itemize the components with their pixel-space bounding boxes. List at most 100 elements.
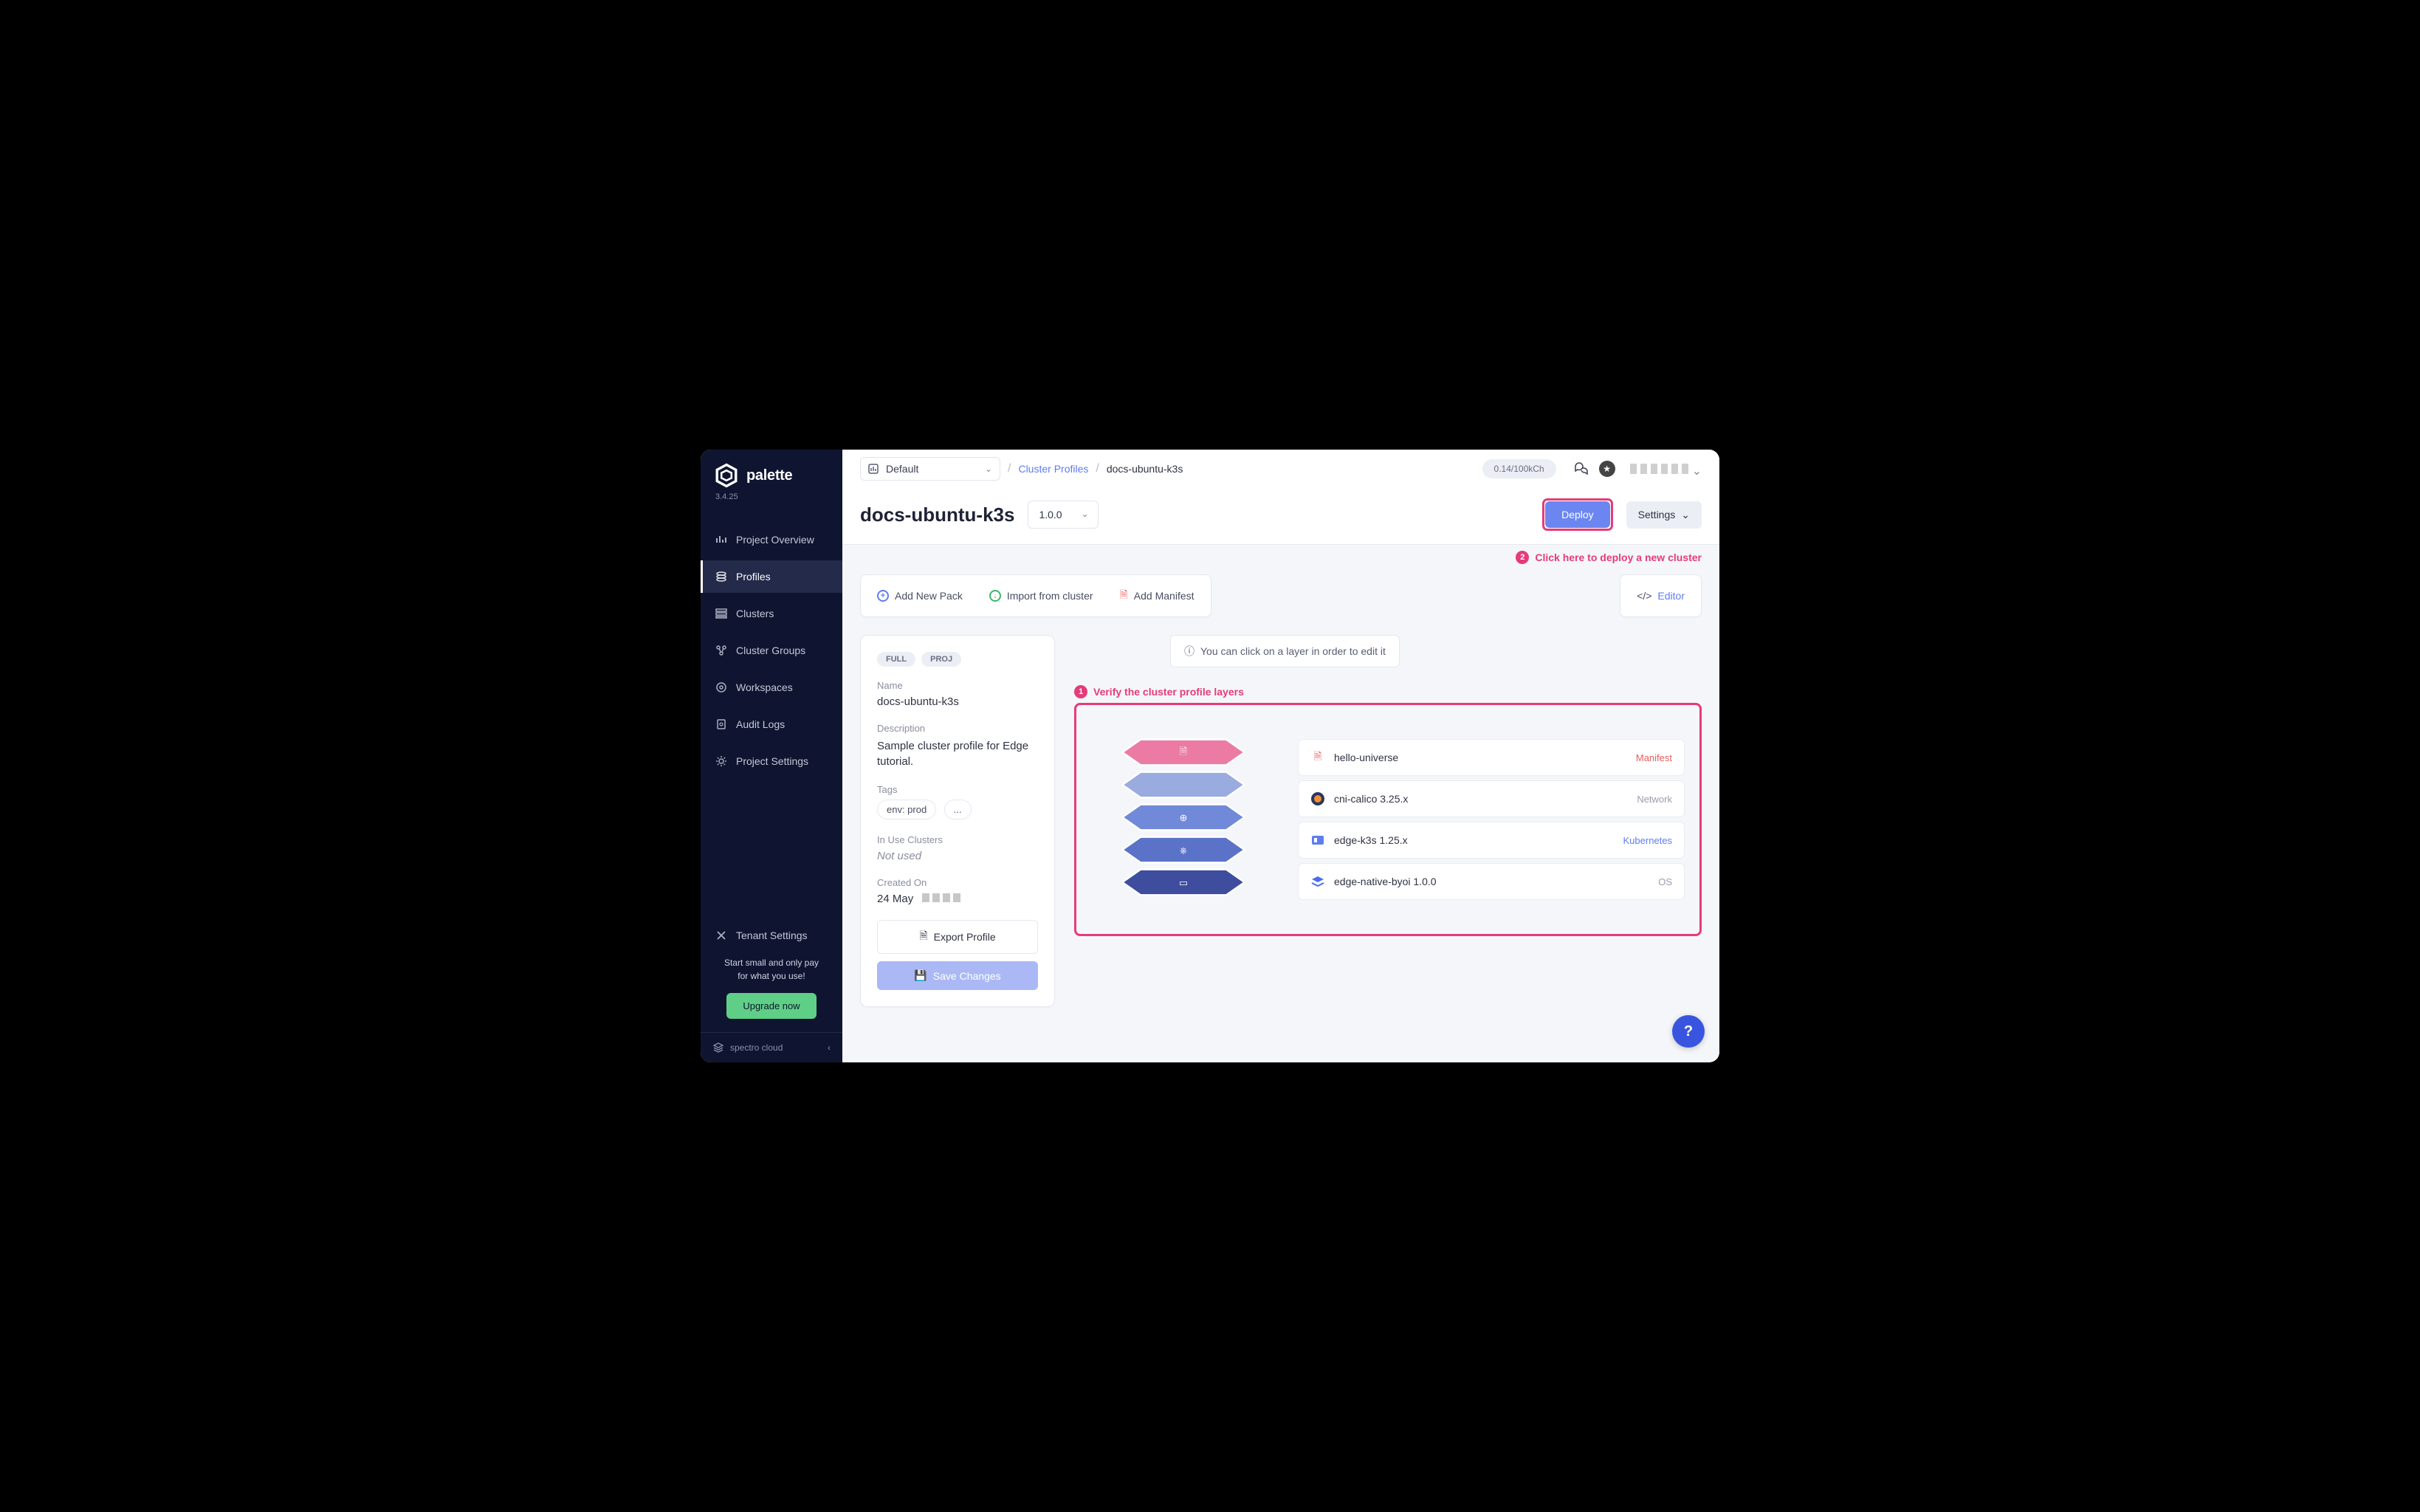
scope-select[interactable]: Default ⌄: [860, 457, 1000, 481]
collapse-sidebar-icon[interactable]: ‹: [828, 1042, 831, 1053]
layer-name: edge-k3s 1.25.x: [1334, 834, 1615, 846]
layer-item-manifest[interactable]: 🗎 hello-universe Manifest: [1298, 739, 1685, 776]
info-icon: ⓘ: [1184, 644, 1194, 659]
top-icons: ★ ⌄: [1574, 461, 1702, 477]
info-card: FULL PROJ Name docs-ubuntu-k3s Descripti…: [860, 635, 1055, 1007]
save-icon: 💾: [914, 969, 927, 982]
layers-column: ⓘ You can click on a layer in order to e…: [1074, 635, 1702, 936]
tag-chip[interactable]: env: prod: [877, 800, 936, 819]
editor-label: Editor: [1657, 590, 1685, 602]
upgrade-button[interactable]: Upgrade now: [726, 993, 816, 1019]
stack-layer-os[interactable]: ▭: [1102, 865, 1265, 900]
save-changes-button[interactable]: 💾 Save Changes: [877, 961, 1038, 990]
save-label: Save Changes: [933, 970, 1001, 982]
stack-layer-manifest[interactable]: 🗎: [1102, 735, 1265, 770]
help-fab[interactable]: ?: [1672, 1015, 1705, 1048]
manifest-icon: 🗎: [1310, 750, 1325, 765]
star-badge[interactable]: ★: [1599, 461, 1615, 477]
page-title: docs-ubuntu-k3s: [860, 504, 1014, 526]
nav-label: Clusters: [736, 608, 774, 619]
usage-indicator: 0.14/100kCh: [1482, 459, 1556, 478]
profile-badges: FULL PROJ: [877, 652, 1038, 667]
nav-tenant-settings[interactable]: Tenant Settings: [701, 919, 842, 952]
add-new-pack[interactable]: +Add New Pack: [877, 587, 963, 605]
palette-logo-icon: [714, 463, 739, 488]
hint-text: You can click on a layer in order to edi…: [1200, 645, 1386, 657]
add-manifest[interactable]: 🗎Add Manifest: [1120, 587, 1194, 605]
inuse-label: In Use Clusters: [877, 834, 1038, 845]
brand-name: palette: [746, 467, 792, 484]
layer-item-kubernetes[interactable]: edge-k3s 1.25.x Kubernetes: [1298, 822, 1685, 859]
created-value: 24 May: [877, 893, 1038, 905]
promo-text: Start small and only pay for what you us…: [701, 956, 842, 983]
nav-project-settings[interactable]: Project Settings: [701, 745, 842, 777]
add-pack-label: Add New Pack: [895, 590, 963, 602]
breadcrumb-sep: /: [1096, 462, 1099, 475]
nav-project-overview[interactable]: Project Overview: [701, 523, 842, 556]
export-icon: 🗎: [919, 928, 927, 946]
settings-label: Settings: [1638, 509, 1676, 520]
tag-more[interactable]: ...: [944, 800, 972, 819]
nav-label: Project Overview: [736, 534, 814, 546]
user-menu[interactable]: ⌄: [1630, 464, 1702, 474]
export-profile-button[interactable]: 🗎Export Profile: [877, 920, 1038, 954]
inuse-value: Not used: [877, 850, 1038, 862]
nav-profiles[interactable]: Profiles: [701, 560, 842, 593]
layer-type: OS: [1658, 876, 1672, 887]
breadcrumb-link[interactable]: Cluster Profiles: [1018, 463, 1088, 475]
stack-layer-network[interactable]: ⊕: [1102, 800, 1265, 835]
layers-highlight-box: 🗎 ⊕ ⎈ ▭ 🗎 hello-universe Manifest cni-cali…: [1074, 703, 1702, 936]
app-version: 3.4.25: [701, 488, 842, 512]
version-select[interactable]: 1.0.0 ⌄: [1028, 501, 1098, 529]
layer-item-os[interactable]: edge-native-byoi 1.0.0OS: [1298, 863, 1685, 900]
nav-label: Audit Logs: [736, 718, 785, 730]
name-value: docs-ubuntu-k3s: [877, 695, 1038, 708]
layer-type: Manifest: [1636, 752, 1672, 763]
calico-icon: [1310, 791, 1325, 806]
network-layer-icon: ⊕: [1180, 812, 1188, 824]
sidebar-lower: Tenant Settings Start small and only pay…: [701, 915, 842, 1062]
annotation-2: 2 Click here to deploy a new cluster: [842, 545, 1719, 570]
deploy-button[interactable]: Deploy: [1545, 501, 1610, 528]
redacted-time: [919, 893, 960, 905]
overview-icon: [715, 534, 727, 546]
audit-logs-icon: [715, 718, 727, 730]
nav-audit-logs[interactable]: Audit Logs: [701, 708, 842, 740]
nav-clusters[interactable]: Clusters: [701, 597, 842, 630]
chevron-down-icon: ⌄: [985, 464, 992, 474]
nav-cluster-groups[interactable]: Cluster Groups: [701, 634, 842, 667]
settings-button[interactable]: Settings ⌄: [1626, 501, 1702, 529]
chat-icon[interactable]: [1574, 461, 1589, 476]
download-circle-icon: ↓: [989, 590, 1001, 602]
layer-type: Kubernetes: [1623, 835, 1673, 846]
editor-button[interactable]: </> Editor: [1620, 574, 1702, 617]
layer-type: Network: [1637, 794, 1672, 805]
annotation-badge-1: 1: [1074, 685, 1087, 698]
annotation-text-2: Click here to deploy a new cluster: [1535, 551, 1702, 563]
layer-hint: ⓘ You can click on a layer in order to e…: [1170, 635, 1400, 667]
breadcrumb-current: docs-ubuntu-k3s: [1107, 463, 1183, 475]
os-icon: [1310, 874, 1325, 889]
chevron-down-icon: ⌄: [1681, 509, 1690, 521]
app-frame: palette 3.4.25 Project Overview Profiles…: [701, 450, 1719, 1062]
nav-label: Tenant Settings: [736, 929, 808, 941]
footer-brand: spectro cloud: [730, 1042, 783, 1053]
k8s-layer-icon: ⎈: [1180, 845, 1187, 856]
badge-full: FULL: [877, 652, 915, 667]
nav-label: Project Settings: [736, 755, 808, 767]
sidebar-footer[interactable]: spectro cloud ‹: [701, 1032, 842, 1062]
import-from-cluster[interactable]: ↓ Import from cluster: [989, 587, 1093, 605]
annotation-badge-2: 2: [1516, 551, 1529, 564]
stack-layer-extra[interactable]: [1102, 767, 1265, 803]
nav-workspaces[interactable]: Workspaces: [701, 671, 842, 704]
cluster-groups-icon: [715, 645, 727, 656]
import-label: Import from cluster: [1007, 590, 1093, 602]
stack-layer-k8s[interactable]: ⎈: [1102, 832, 1265, 867]
deploy-highlight: Deploy: [1542, 498, 1613, 531]
spectro-icon: [712, 1042, 724, 1054]
layer-item-network[interactable]: cni-calico 3.25.x Network: [1298, 780, 1685, 817]
layer-name: hello-universe: [1334, 752, 1627, 763]
manifest-icon: 🗎: [1120, 587, 1128, 605]
layer-name: cni-calico 3.25.x: [1334, 793, 1628, 805]
nav-label: Workspaces: [736, 681, 793, 693]
